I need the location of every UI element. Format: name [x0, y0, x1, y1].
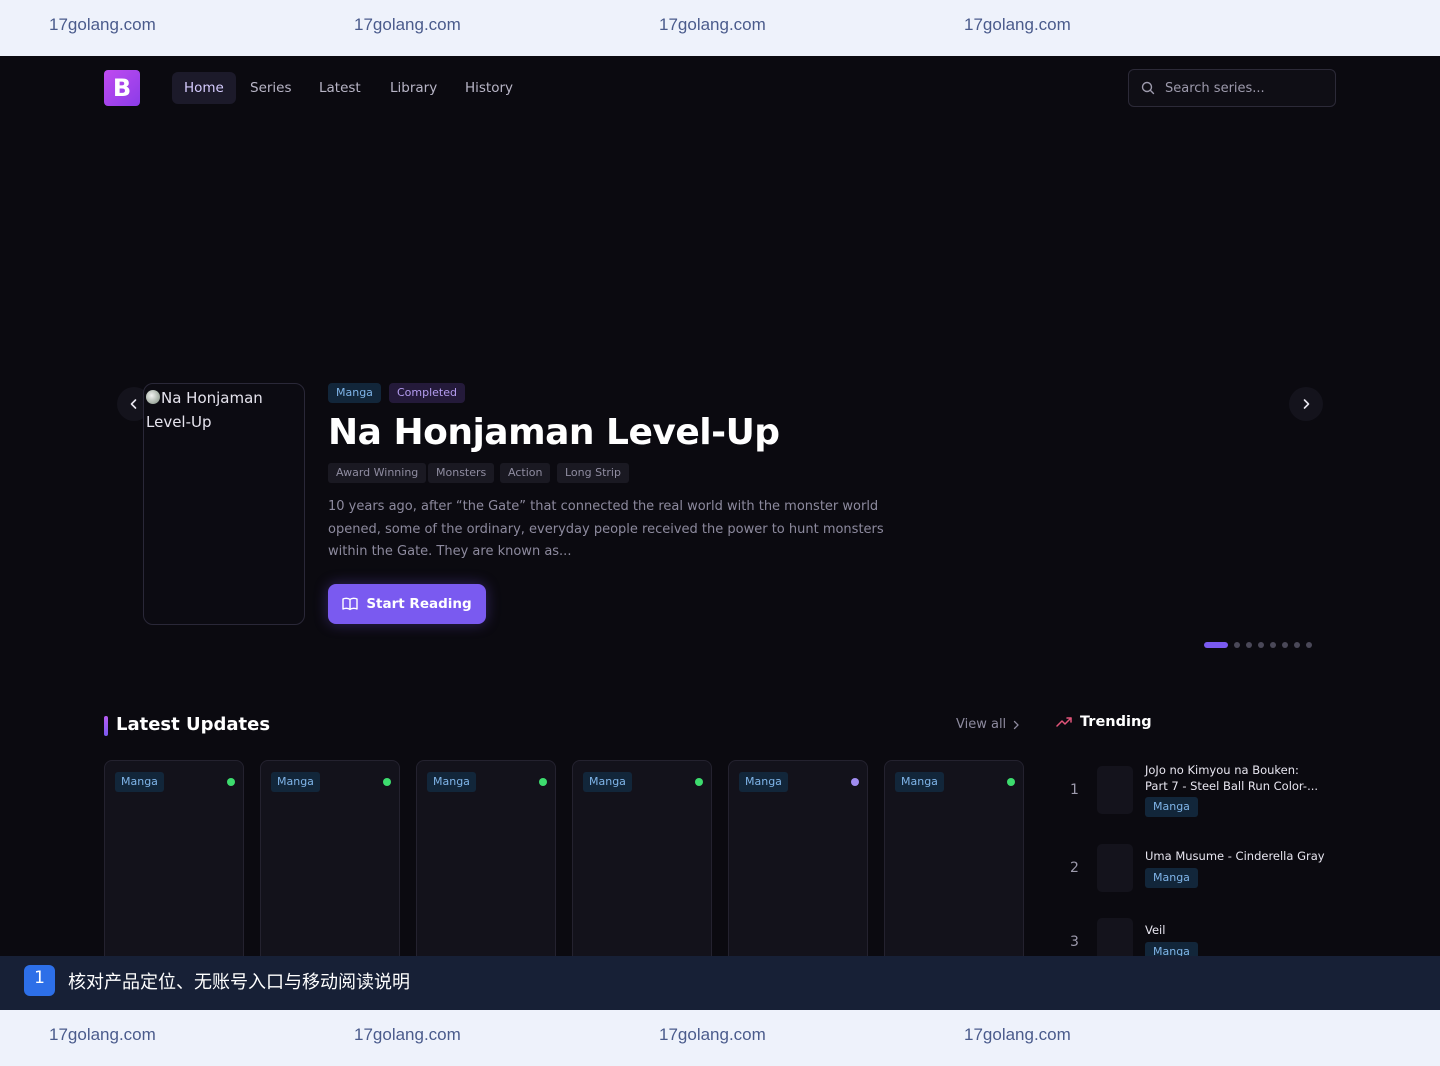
genre-tag[interactable]: Award Winning — [328, 463, 427, 483]
trending-thumbnail — [1097, 766, 1133, 814]
watermark-text: 17golang.com — [659, 15, 766, 34]
update-status-dot — [539, 778, 547, 786]
notice-number-badge: 1 — [24, 965, 55, 996]
type-badge: Manga — [739, 772, 788, 792]
genre-tag[interactable]: Action — [500, 463, 551, 483]
view-all-link[interactable]: View all — [956, 717, 1020, 732]
type-badge: Manga — [1145, 942, 1198, 956]
carousel-dot[interactable] — [1234, 642, 1240, 648]
watermark-text: 17golang.com — [49, 1025, 156, 1044]
series-card[interactable]: Manga — [728, 760, 868, 956]
update-status-dot — [851, 778, 859, 786]
hero-cover-image[interactable]: Na Honjaman Level-Up — [143, 383, 305, 625]
site-logo[interactable]: B — [104, 70, 140, 106]
watermark-text: 17golang.com — [964, 15, 1071, 34]
search-icon — [1141, 81, 1155, 95]
notice-text: 核对产品定位、无账号入口与移动阅读说明 — [68, 972, 410, 993]
chevron-left-icon — [130, 399, 137, 409]
top-nav: B Home Series Latest Library History — [0, 56, 1440, 120]
update-status-dot — [383, 778, 391, 786]
hero-carousel: Na Honjaman Level-Up Manga Completed Na … — [0, 120, 1440, 680]
trending-item-title: JoJo no Kimyou na Bouken: Part 7 - Steel… — [1145, 763, 1319, 793]
watermark-bar-bottom: 17golang.com 17golang.com 17golang.com 1… — [0, 1010, 1440, 1066]
update-status-dot — [1007, 778, 1015, 786]
update-status-dot — [695, 778, 703, 786]
trending-item[interactable]: 2 Uma Musume - Cinderella Gray Manga — [1056, 844, 1336, 900]
trending-item[interactable]: 1 JoJo no Kimyou na Bouken: Part 7 - Ste… — [1056, 762, 1336, 818]
search-box[interactable] — [1128, 69, 1336, 107]
trending-item-title: Veil — [1145, 923, 1166, 937]
broken-image-icon — [146, 390, 160, 404]
carousel-dot[interactable] — [1204, 642, 1228, 648]
carousel-dot[interactable] — [1270, 642, 1276, 648]
carousel-dot[interactable] — [1258, 642, 1264, 648]
type-badge: Manga — [895, 772, 944, 792]
trending-thumbnail — [1097, 844, 1133, 892]
type-badge: Manga — [115, 772, 164, 792]
carousel-dot[interactable] — [1294, 642, 1300, 648]
hero-title[interactable]: Na Honjaman Level-Up — [328, 412, 780, 453]
type-badge: Manga — [427, 772, 476, 792]
status-badge: Completed — [389, 383, 465, 403]
watermark-text: 17golang.com — [964, 1025, 1071, 1044]
hero-description: 10 years ago, after “the Gate” that conn… — [328, 499, 884, 559]
nav-link-library[interactable]: Library — [378, 72, 449, 104]
start-reading-button[interactable]: Start Reading — [328, 584, 486, 624]
carousel-dot[interactable] — [1306, 642, 1312, 648]
carousel-next-button[interactable] — [1289, 387, 1323, 421]
book-open-icon — [342, 597, 359, 611]
type-badge: Manga — [583, 772, 632, 792]
watermark-text: 17golang.com — [354, 1025, 461, 1044]
nav-link-history[interactable]: History — [453, 72, 525, 104]
genre-tag[interactable]: Long Strip — [557, 463, 629, 483]
trending-header: Trending — [1056, 714, 1152, 730]
latest-updates-title: Latest Updates — [116, 714, 271, 735]
series-card[interactable]: Manga — [260, 760, 400, 956]
series-card[interactable]: Manga — [104, 760, 244, 956]
series-card[interactable]: Manga — [572, 760, 712, 956]
nav-link-series[interactable]: Series — [238, 72, 304, 104]
section-accent-bar — [104, 716, 108, 736]
search-input[interactable] — [1165, 70, 1330, 106]
trending-up-icon — [1056, 717, 1072, 727]
nav-link-home[interactable]: Home — [172, 72, 236, 104]
type-badge: Manga — [1145, 797, 1198, 817]
type-badge: Manga — [1145, 868, 1198, 888]
cover-alt-text: Na Honjaman Level-Up — [146, 389, 263, 431]
trending-item-title: Uma Musume - Cinderella Gray — [1145, 849, 1325, 863]
watermark-text: 17golang.com — [659, 1025, 766, 1044]
update-status-dot — [227, 778, 235, 786]
logo-letter: B — [112, 74, 132, 102]
carousel-dot[interactable] — [1282, 642, 1288, 648]
app-window: B Home Series Latest Library History Na … — [0, 56, 1440, 956]
watermark-text: 17golang.com — [354, 15, 461, 34]
trending-rank: 3 — [1070, 934, 1079, 950]
genre-tag[interactable]: Monsters — [428, 463, 495, 483]
start-reading-label: Start Reading — [366, 596, 472, 612]
trending-rank: 1 — [1070, 782, 1079, 798]
nav-link-latest[interactable]: Latest — [307, 72, 373, 104]
chevron-right-icon — [1303, 399, 1310, 409]
trending-thumbnail — [1097, 918, 1133, 956]
carousel-dot[interactable] — [1246, 642, 1252, 648]
view-all-label: View all — [956, 717, 1007, 732]
trending-title: Trending — [1080, 714, 1152, 730]
series-card[interactable]: Manga — [416, 760, 556, 956]
chevron-right-icon — [1014, 720, 1019, 729]
notice-bar: 1 核对产品定位、无账号入口与移动阅读说明 — [0, 956, 1440, 1010]
trending-item[interactable]: 3 Veil Manga — [1056, 918, 1336, 956]
type-badge: Manga — [271, 772, 320, 792]
trending-rank: 2 — [1070, 860, 1079, 876]
series-card[interactable]: Manga — [884, 760, 1024, 956]
watermark-text: 17golang.com — [49, 15, 156, 34]
type-badge: Manga — [328, 383, 381, 403]
watermark-bar-top: 17golang.com 17golang.com 17golang.com 1… — [0, 0, 1440, 56]
